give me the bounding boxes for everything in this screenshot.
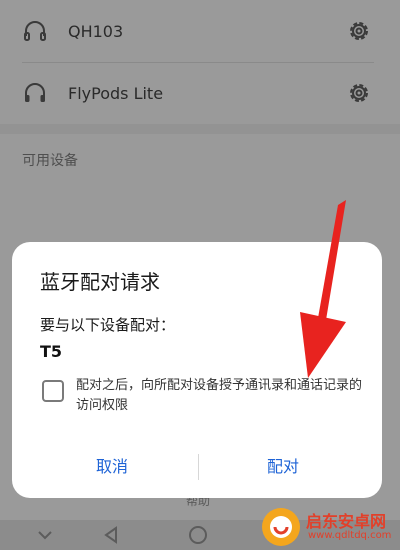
section-divider (0, 124, 400, 134)
site-watermark: 启东安卓网 www.qdltdq.com (262, 506, 398, 548)
watermark-title: 启东安卓网 (306, 512, 387, 531)
dialog-title: 蓝牙配对请求 (40, 270, 160, 294)
available-devices-label: 可用设备 (22, 153, 78, 169)
cancel-button[interactable]: 取消 (32, 450, 192, 484)
home-icon[interactable] (187, 524, 209, 546)
pair-button[interactable]: 配对 (198, 450, 368, 484)
contacts-access-checkbox[interactable] (42, 380, 64, 402)
checkbox-label[interactable]: 配对之后，向所配对设备授予通讯录和通话记录的访问权限 (76, 376, 366, 416)
headphones-icon (25, 83, 45, 102)
gear-icon[interactable] (346, 80, 372, 106)
back-icon[interactable] (100, 524, 122, 546)
watermark-url: www.qdltdq.com (308, 530, 392, 541)
chevron-down-icon[interactable] (34, 524, 56, 546)
pairing-device-name: T5 (40, 342, 63, 361)
dialog-message: 要与以下设备配对： (40, 316, 176, 334)
watermark-logo (262, 508, 300, 546)
device-name: QH103 (68, 21, 124, 41)
headphones-icon (24, 21, 46, 41)
paired-device-row-qh103[interactable]: QH103 (0, 0, 400, 62)
bluetooth-pairing-dialog: 蓝牙配对请求 要与以下设备配对： T5 配对之后，向所配对设备授予通讯录和通话记… (12, 242, 382, 498)
gear-icon[interactable] (346, 18, 372, 44)
device-name: FlyPods Lite (68, 83, 164, 103)
paired-device-row-flypods[interactable]: FlyPods Lite (0, 62, 400, 124)
watermark-logo-icon (264, 510, 298, 544)
